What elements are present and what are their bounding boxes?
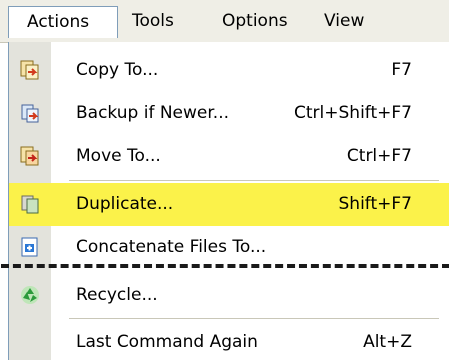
menu-item-shortcut: Alt+Z — [363, 332, 412, 352]
duplicate-icon — [21, 195, 39, 214]
menu-item-shortcut: Ctrl+Shift+F7 — [294, 103, 412, 123]
menu-separator — [69, 318, 439, 319]
menu-view-label: View — [324, 11, 365, 31]
menu-actions-label: Actions — [27, 12, 90, 32]
menu-tools[interactable]: Tools — [128, 6, 198, 38]
menu-item-recycle[interactable]: Recycle... — [9, 274, 449, 317]
menu-actions[interactable]: Actions — [8, 6, 118, 38]
menu-item-shortcut: Shift+F7 — [338, 194, 412, 214]
concatenate-icon — [21, 237, 38, 257]
actions-dropdown-menu: Copy To... F7 Backup if Newer... Ctrl+Sh… — [1, 42, 449, 360]
menu-item-concatenate-files-to[interactable]: Concatenate Files To... — [9, 226, 449, 269]
menu-item-label: Recycle... — [76, 285, 158, 305]
menu-item-label: Last Command Again — [76, 332, 258, 352]
move-file-icon — [20, 146, 39, 166]
cut-line — [1, 264, 449, 268]
menu-separator — [69, 180, 439, 181]
menu-item-label: Copy To... — [76, 60, 159, 80]
menu-options-label: Options — [222, 11, 288, 31]
menu-options[interactable]: Options — [218, 6, 308, 38]
menu-tools-label: Tools — [132, 11, 174, 31]
copy-file-icon — [20, 60, 39, 80]
menu-view[interactable]: View — [320, 6, 380, 38]
menu-bar: Actions Tools Options View — [0, 0, 449, 43]
recycle-icon — [21, 286, 39, 304]
menu-item-label: Move To... — [76, 146, 161, 166]
menu-item-copy-to[interactable]: Copy To... F7 — [9, 49, 449, 92]
menu-item-label: Backup if Newer... — [76, 103, 230, 123]
menu-item-shortcut: F7 — [391, 60, 412, 80]
menu-item-last-command-again[interactable]: Last Command Again Alt+Z — [9, 321, 449, 364]
backup-file-icon — [21, 104, 39, 123]
menu-item-backup-if-newer[interactable]: Backup if Newer... Ctrl+Shift+F7 — [9, 92, 449, 135]
menu-item-move-to[interactable]: Move To... Ctrl+F7 — [9, 135, 449, 178]
menu-item-shortcut: Ctrl+F7 — [346, 146, 412, 166]
menu-item-label: Concatenate Files To... — [76, 237, 267, 257]
menu-item-duplicate[interactable]: Duplicate... Shift+F7 — [9, 183, 449, 226]
menu-item-label: Duplicate... — [76, 194, 174, 214]
